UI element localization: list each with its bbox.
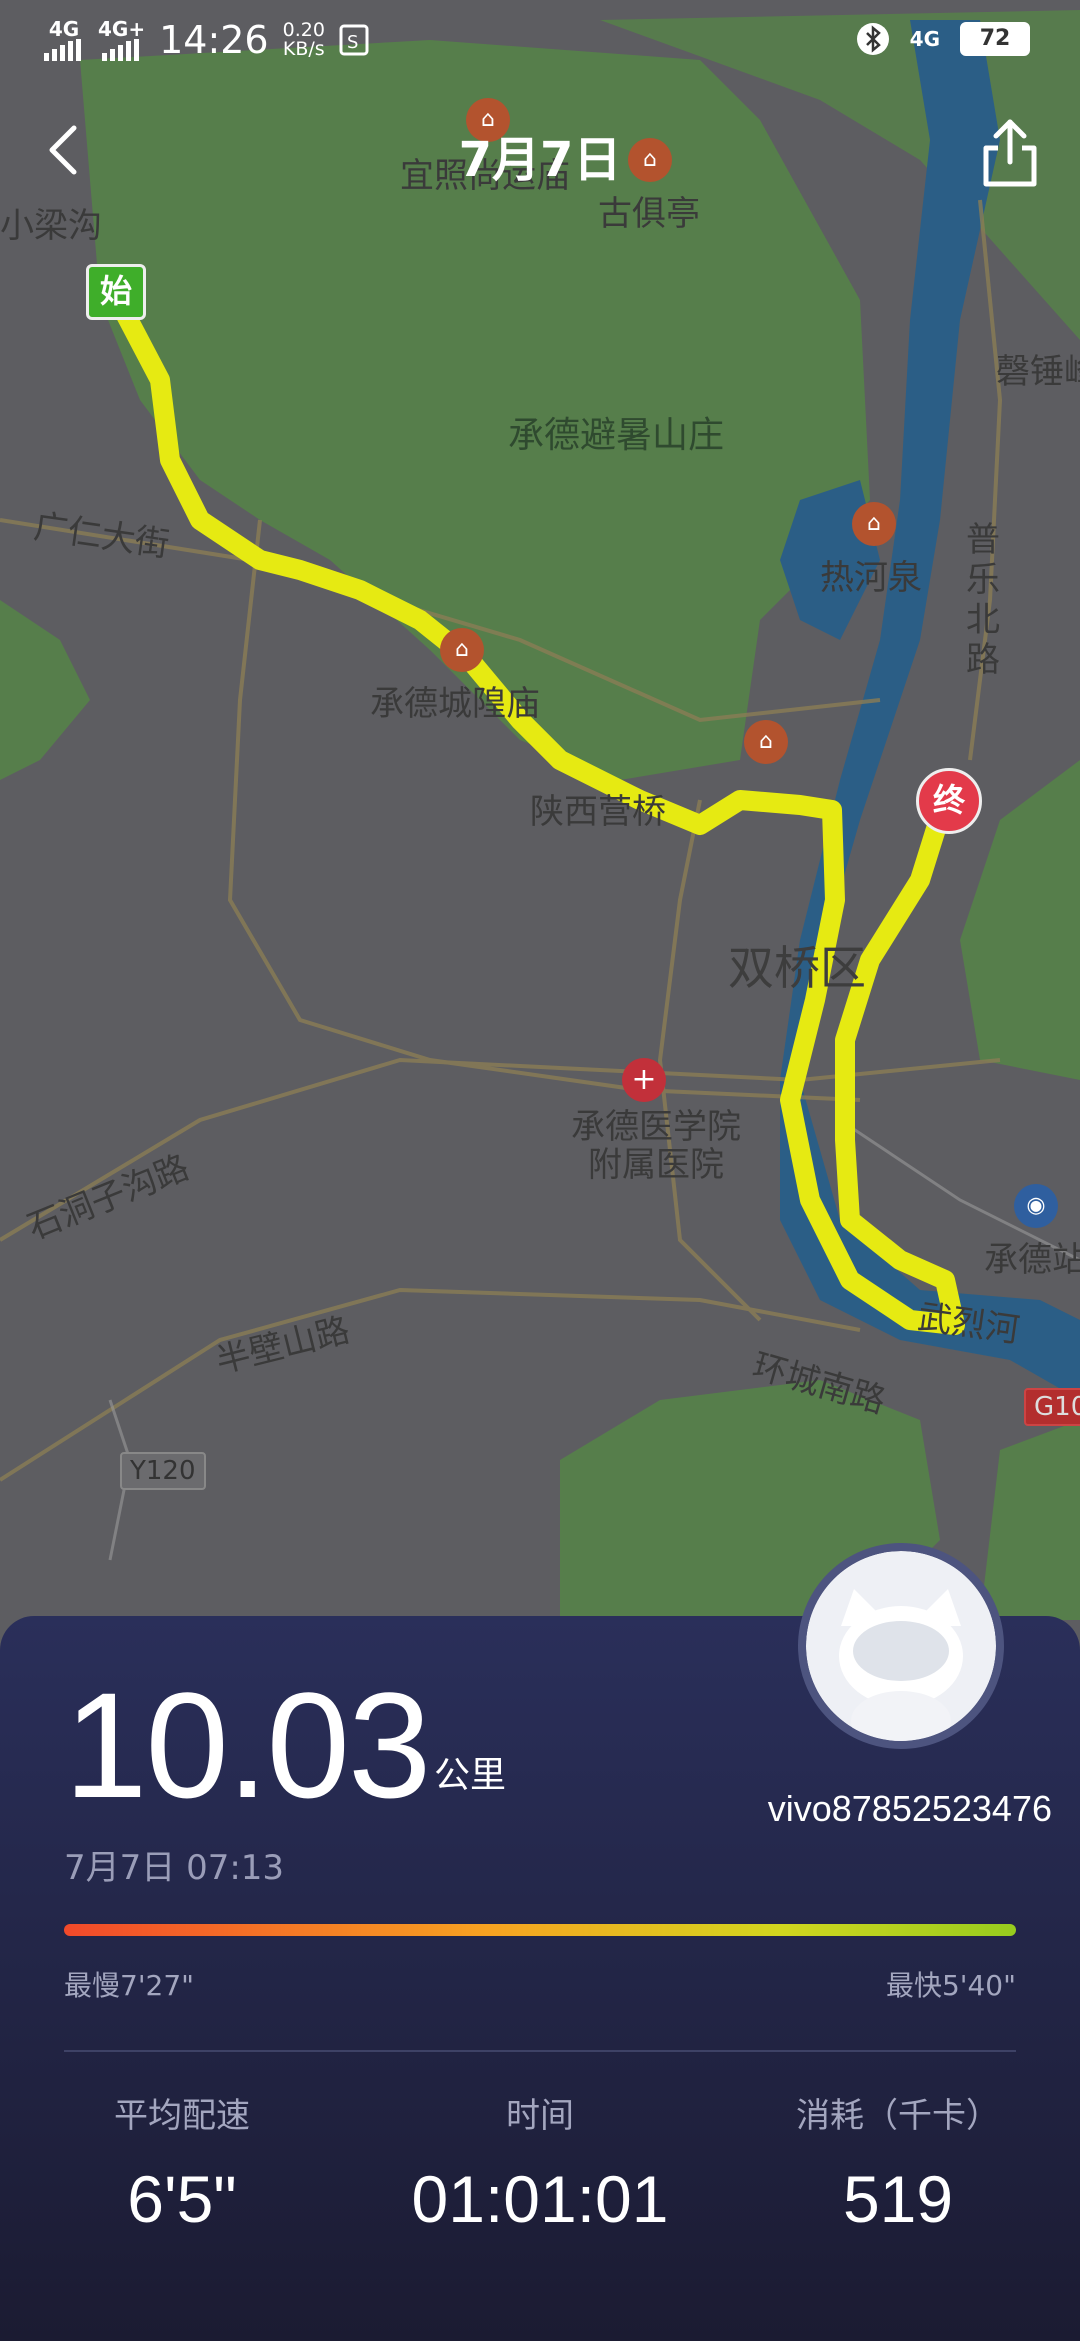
fastest-pace-label: 最快5'40" [885,1969,1016,2002]
route-end-marker: 终 [916,768,982,834]
clock: 14:26 [159,18,269,62]
signal-indicator-1: 4G [44,19,84,61]
duration-label: 时间 [506,2096,574,2136]
map-label-xiaoliang-gou: 小梁沟 [0,206,102,246]
train-station-icon: ◉ [1014,1184,1058,1228]
username: vivo87852523476 [767,1788,1052,1829]
avatar-cat-icon [806,1551,996,1741]
landmark-icon: ⌂ [744,720,788,764]
network-type-label: 4G [909,27,940,51]
average-pace-stat: 平均配速 6'5" [32,2088,332,2237]
road-badge-g10: G10 [1024,1388,1080,1426]
average-pace-label: 平均配速 [114,2096,250,2136]
slowest-pace-label: 最慢7'27" [64,1969,195,2002]
distance-value: 10.03 [64,1661,431,1829]
avatar[interactable] [798,1543,1004,1749]
route-start-marker: 始 [86,264,146,320]
share-button[interactable] [970,108,1050,194]
screenshot-icon: S [339,24,369,56]
network-speed: 0.20 KB/s [283,21,325,59]
network-speed-unit: KB/s [282,38,325,60]
network-type-label: 4G [48,17,80,41]
calories-label: 消耗（千卡） [796,2096,1000,2136]
signal-icon [101,39,139,61]
divider [64,2050,1016,2052]
map-label-summer-resort: 承德避暑山庄 [508,415,725,456]
map-label-chenghuang-temple: 承德城隍庙 [370,684,540,724]
battery-icon: 72 [960,22,1030,56]
bluetooth-icon [856,23,889,55]
hospital-icon: + [622,1058,666,1102]
calories-stat: 消耗（千卡） 519 [748,2088,1048,2237]
signal-indicator-2: 4G+ [98,19,145,61]
share-icon [983,119,1037,187]
map-label-guju-ting: 古俱亭 [598,194,700,234]
landmark-icon: ⌂ [852,502,896,546]
battery-level: 72 [979,26,1011,51]
map-label-shaanxi-bridge: 陕西营桥 [530,792,666,832]
distance-unit: 公里 [434,1755,507,1796]
road-badge-y120: Y120 [120,1452,206,1490]
map-label-hospital: 承德医学院附属医院 [571,1107,741,1185]
network-type-label: 4G+ [98,17,146,41]
temple-icon: ⌂ [440,628,484,672]
map-label-chengde-station: 承德站 [984,1240,1080,1280]
map-label-puyue-north-road: 普乐北路 [966,520,1000,680]
duration-value: 01:01:01 [411,2162,669,2236]
map-label-shuangqiao-district: 双桥区 [728,941,866,995]
map-label-qingchui-peak: 磬锤峰 [996,352,1080,392]
pace-gradient-bar [64,1924,1016,1936]
svg-text:S: S [347,32,358,53]
duration-stat: 时间 01:01:01 [390,2088,690,2237]
calories-value: 519 [842,2162,954,2236]
signal-icon [44,39,81,61]
record-datetime: 7月7日 07:13 [64,1848,285,1888]
average-pace-value: 6'5" [127,2162,237,2236]
route-map[interactable] [0,0,1080,1700]
status-bar: 4G 4G+ 14:26 0.20 KB/s S 4G 72 [0,0,1080,80]
map-label-rehe-spring: 热河泉 [820,558,922,598]
page-title: 7月7日 [458,132,622,188]
